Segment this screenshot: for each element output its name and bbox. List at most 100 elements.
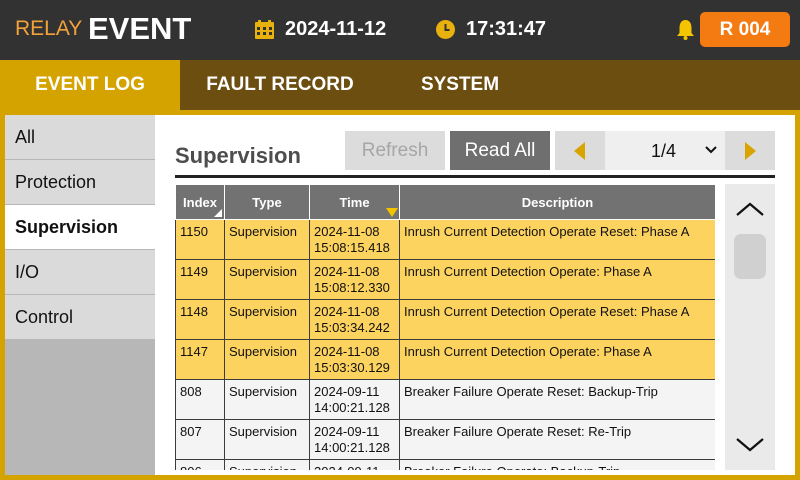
event-table: Index Type Time Description 1150 Supervis… <box>175 184 715 470</box>
cell-time-date: 2024-11-08 <box>314 264 380 279</box>
table-row[interactable]: 808 Supervision 2024-09-11 14:00:21.128 Brea… <box>175 379 715 420</box>
table-row[interactable]: 806 Supervision 2024-09-1114:00:21.128 Brea… <box>175 459 715 470</box>
cell-time: 2024-11-08 15:03:30.129 <box>309 339 400 380</box>
cell-description: Breaker Failure Operate: Backup-Trip <box>399 459 715 470</box>
tab-system[interactable]: SYSTEM <box>380 60 540 110</box>
cell-time: 2024-11-08 15:08:12.330 <box>309 259 400 300</box>
cell-description-description: Breaker Failure Operate Reset: Backup-Tr… <box>404 384 658 399</box>
relay-event-screen: RELAY EVENT 2024-11-12 17:31:47 R 004 EV… <box>0 0 800 480</box>
sidebar-item-control[interactable]: Control <box>5 295 155 339</box>
column-header-index[interactable]: Index <box>175 184 225 220</box>
cell-type: Supervision <box>224 219 310 260</box>
cell-description: Breaker Failure Operate Reset: Backup-Tr… <box>399 379 715 420</box>
tab-event-log[interactable]: EVENT LOG <box>0 60 180 110</box>
table-row[interactable]: 1149 Supervision 2024-11-08 15:08:12.330 Inr… <box>175 259 715 300</box>
chevron-up-icon <box>736 202 764 216</box>
pagination: 1/4 <box>555 131 775 170</box>
cell-time-time: 14:00:21.128 <box>314 440 390 455</box>
bell-icon[interactable] <box>676 19 695 40</box>
scroll-thumb[interactable] <box>734 234 766 279</box>
tab-fault-record[interactable]: FAULT RECORD <box>180 60 380 110</box>
cell-description: Inrush Current Detection Operate: Phase … <box>399 339 715 380</box>
column-header-type[interactable]: Type <box>224 184 310 220</box>
cell-type: Supervision <box>224 459 310 470</box>
cell-index: 807 <box>175 419 225 460</box>
cell-description-description: Breaker Failure Operate Reset: Re-Trip <box>404 424 632 439</box>
event-table-viewport: Index Type Time Description 1150 Supervis… <box>175 184 715 470</box>
cell-index-index: 1149 <box>180 264 208 279</box>
cell-index-index: 808 <box>180 384 202 399</box>
scroll-up-button[interactable] <box>725 184 775 232</box>
cell-index-index: 1150 <box>180 224 208 239</box>
cell-type-type: Supervision <box>229 344 297 359</box>
clock-icon <box>436 20 455 39</box>
cell-type: Supervision <box>224 379 310 420</box>
cell-time-time: 15:08:15.418 <box>314 240 390 255</box>
sidebar-item-all[interactable]: All <box>5 115 155 159</box>
cell-description-description: Inrush Current Detection Operate: Phase … <box>404 264 652 279</box>
cell-time: 2024-11-08 15:03:34.242 <box>309 299 400 340</box>
title-divider <box>175 175 775 178</box>
cell-index: 1150 <box>175 219 225 260</box>
cell-description: Inrush Current Detection Operate: Phase … <box>399 259 715 300</box>
table-row[interactable]: 1150 Supervision 2024-11-08 15:08:15.418 Inr… <box>175 219 715 260</box>
current-date: 2024-11-12 <box>285 18 387 40</box>
cell-type-type: Supervision <box>229 464 297 470</box>
column-description-label: Description <box>521 194 594 210</box>
event-category-sidebar: All Protection Supervision I/O Control <box>5 115 155 475</box>
chevron-down-icon <box>705 146 717 154</box>
cell-index-index: 806 <box>180 464 202 470</box>
event-list-panel: Supervision Refresh Read All 1/4 Index T… <box>155 115 795 475</box>
cell-index: 1148 <box>175 299 225 340</box>
column-index-label: Index <box>183 194 217 210</box>
sidebar-item-protection[interactable]: Protection <box>5 160 155 204</box>
table-row[interactable]: 807 Supervision 2024-09-11 14:00:21.128 Brea… <box>175 419 715 460</box>
triangle-right-icon <box>745 142 756 160</box>
sidebar-item-io[interactable]: I/O <box>5 250 155 294</box>
cell-index: 1147 <box>175 339 225 380</box>
column-header-description[interactable]: Description <box>399 184 715 220</box>
relay-id-badge[interactable]: R 004 <box>700 12 790 47</box>
cell-type: Supervision <box>224 259 310 300</box>
cell-time-time: 14:00:21.128 <box>314 400 390 415</box>
cell-description-description: Breaker Failure Operate: Backup-Trip <box>404 464 620 470</box>
cell-description-description: Inrush Current Detection Operate: Phase … <box>404 344 652 359</box>
cell-time: 2024-11-08 15:08:15.418 <box>309 219 400 260</box>
main-tab-bar: EVENT LOG FAULT RECORD SYSTEM <box>0 60 800 110</box>
cell-type-type: Supervision <box>229 424 297 439</box>
cell-time-date: 2024-11-08 <box>314 224 380 239</box>
cell-description: Inrush Current Detection Operate Reset: … <box>399 219 715 260</box>
cell-type-type: Supervision <box>229 304 297 319</box>
page-title: Supervision <box>175 143 301 168</box>
cell-time-date: 2024-09-11 <box>314 464 380 470</box>
cell-type-type: Supervision <box>229 384 297 399</box>
scroll-down-button[interactable] <box>725 422 775 470</box>
table-header-row: Index Type Time Description <box>175 184 715 220</box>
cell-time-date: 2024-11-08 <box>314 304 380 319</box>
calendar-icon <box>255 20 274 39</box>
table-scrollbar[interactable] <box>725 184 775 470</box>
cell-type: Supervision <box>224 299 310 340</box>
chevron-down-icon <box>736 438 764 452</box>
cell-time: 2024-09-1114:00:21.128 <box>309 459 400 470</box>
page-select[interactable]: 1/4 <box>605 131 725 170</box>
table-row[interactable]: 1147 Supervision 2024-11-08 15:03:30.129 Inr… <box>175 339 715 380</box>
cell-time: 2024-09-1114:00:21.128 <box>309 379 400 420</box>
brand-title: EVENT <box>88 11 192 46</box>
current-time: 17:31:47 <box>466 18 547 40</box>
next-page-button[interactable] <box>725 131 775 170</box>
sidebar-item-supervision[interactable]: Supervision <box>5 205 155 249</box>
table-row[interactable]: 1148 Supervision 2024-11-08 15:03:34.242 Inr… <box>175 299 715 340</box>
cell-index-index: 1147 <box>180 344 208 359</box>
column-type-label: Type <box>252 194 282 210</box>
cell-description-description: Inrush Current Detection Operate Reset: … <box>404 304 690 319</box>
refresh-button[interactable]: Refresh <box>345 131 445 170</box>
cell-type-type: Supervision <box>229 264 297 279</box>
column-header-time[interactable]: Time <box>309 184 400 220</box>
prev-page-button[interactable] <box>555 131 605 170</box>
cell-type-type: Supervision <box>229 224 297 239</box>
cell-time-date: 2024-09-11 <box>314 424 380 439</box>
read-all-button[interactable]: Read All <box>450 131 550 170</box>
cell-time: 2024-09-1114:00:21.128 <box>309 419 400 460</box>
cell-time-date: 2024-11-08 <box>314 344 380 359</box>
